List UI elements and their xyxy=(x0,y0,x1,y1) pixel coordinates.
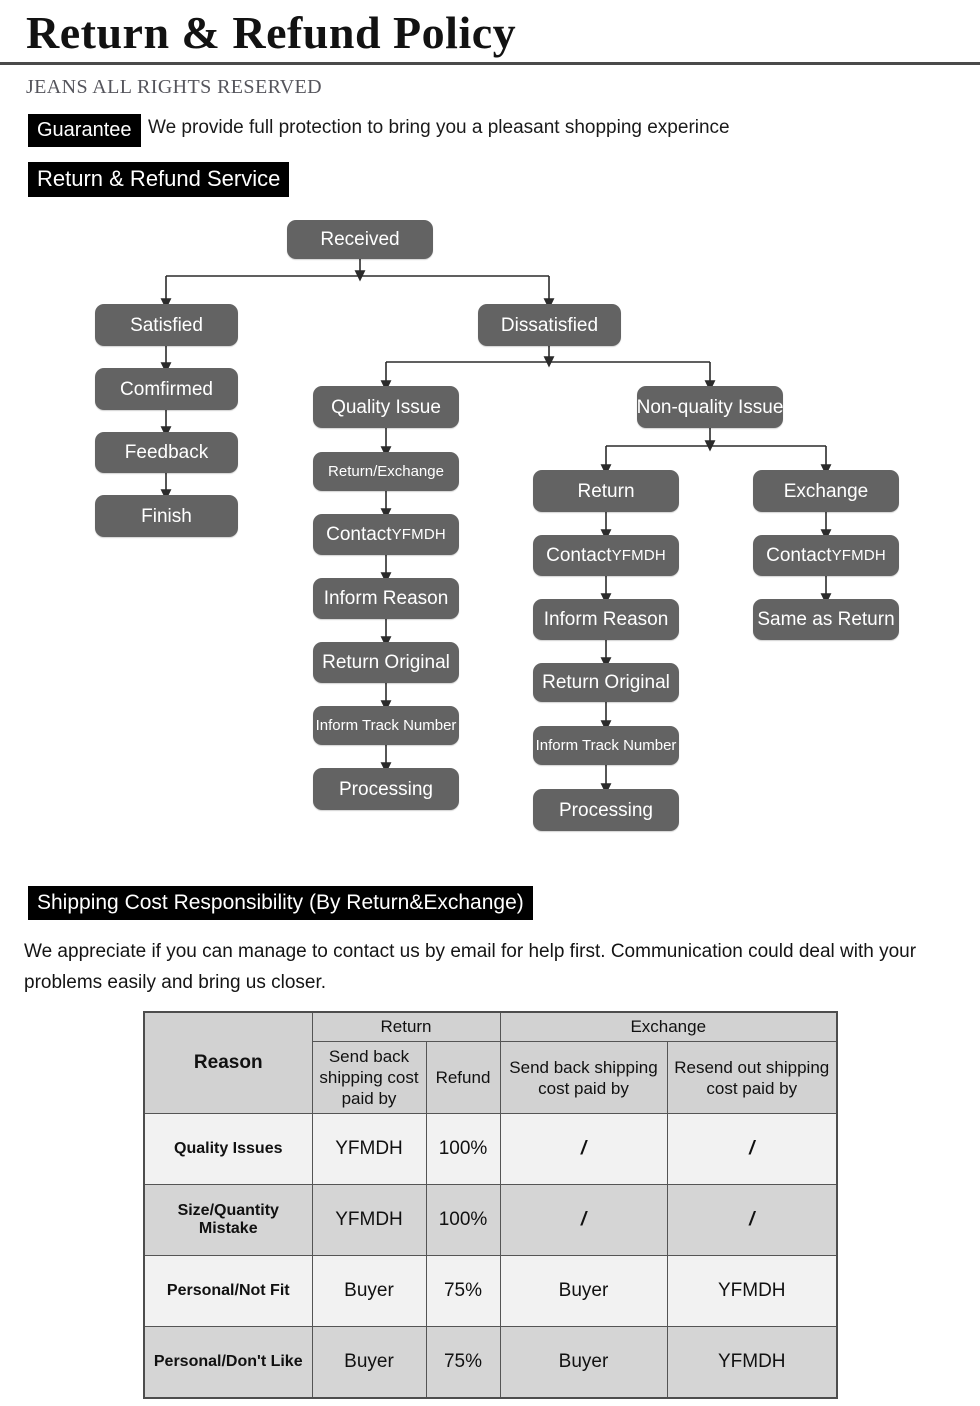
table-header-exchange-resend-out: Resend out shipping cost paid by xyxy=(666,1041,838,1114)
flow-node-inform-reason-quality: Inform Reason xyxy=(313,578,459,619)
guarantee-badge: Guarantee xyxy=(28,114,141,147)
brand-name: YFMDH xyxy=(831,547,886,564)
flow-node-label: Contact xyxy=(326,524,392,545)
cell-exchange-resend-out: / xyxy=(666,1184,838,1256)
flow-node-received: Received xyxy=(287,220,433,259)
flow-node-label: Return Original xyxy=(322,652,450,673)
cell-exchange-send-back: / xyxy=(499,1184,668,1256)
flow-node-label: Return xyxy=(577,480,635,502)
return-refund-service-badge: Return & Refund Service xyxy=(28,162,290,197)
table-header-refund: Refund xyxy=(425,1041,501,1114)
brand-name: YFMDH xyxy=(391,526,446,543)
flow-node-label: Feedback xyxy=(124,442,209,463)
cell-reason: Size/Quantity Mistake xyxy=(143,1184,313,1256)
title-divider xyxy=(0,62,980,65)
cell-exchange-send-back: / xyxy=(499,1113,668,1185)
cell-refund: 100% xyxy=(425,1113,501,1185)
flow-node-label: Comfirmed xyxy=(120,378,213,400)
cell-refund: 75% xyxy=(425,1255,501,1327)
return-refund-flowchart: Received Satisfied Comfirmed Feedback Fi… xyxy=(0,206,980,846)
cell-refund: 75% xyxy=(425,1326,501,1399)
table-header-return-send-back: Send back shipping cost paid by xyxy=(311,1041,427,1114)
shipping-cost-table: Reason Return Exchange Send back shippin… xyxy=(143,1011,838,1399)
flow-node-label: Same as Return xyxy=(757,609,895,630)
cell-return-send-back: YFMDH xyxy=(311,1113,427,1185)
cell-exchange-resend-out: YFMDH xyxy=(666,1255,838,1327)
cell-exchange-send-back: Buyer xyxy=(499,1326,668,1399)
cell-return-send-back: Buyer xyxy=(311,1255,427,1327)
cell-reason: Personal/Don't Like xyxy=(143,1326,313,1399)
table-row: Personal/Don't Like Buyer 75% Buyer YFMD… xyxy=(143,1326,838,1399)
shipping-cost-badge: Shipping Cost Responsibility (By Return&… xyxy=(28,886,533,920)
flow-node-label: Processing xyxy=(339,778,433,800)
cell-reason: Personal/Not Fit xyxy=(143,1255,313,1327)
table-header-exchange-send-back: Send back shipping cost paid by xyxy=(499,1041,668,1114)
flow-node-return-original-return: Return Original xyxy=(533,663,679,702)
flow-node-inform-track-number-quality: Inform Track Number xyxy=(313,706,459,745)
cell-exchange-resend-out: YFMDH xyxy=(666,1326,838,1399)
flow-node-feedback: Feedback xyxy=(95,432,238,473)
flow-node-same-as-return: Same as Return xyxy=(753,599,899,640)
table-row: Personal/Not Fit Buyer 75% Buyer YFMDH xyxy=(143,1255,838,1327)
flow-node-label: Contact xyxy=(766,545,832,566)
flow-node-label: Inform Reason xyxy=(323,588,449,609)
flow-node-processing-return: Processing xyxy=(533,789,679,831)
flow-node-label: Return Original xyxy=(542,672,670,693)
table-header-exchange-group: Exchange xyxy=(499,1011,838,1042)
flow-node-inform-reason-return: Inform Reason xyxy=(533,599,679,640)
cell-exchange-send-back: Buyer xyxy=(499,1255,668,1327)
flow-node-contact-quality: Contact YFMDH xyxy=(313,514,459,555)
page-title: Return & Refund Policy xyxy=(26,7,517,58)
flow-node-label: Exchange xyxy=(783,480,869,502)
table-header-reason: Reason xyxy=(143,1011,313,1114)
flow-node-label: Non-quality Issue xyxy=(637,396,783,418)
flow-node-label: Inform Track Number xyxy=(315,717,457,734)
table-row: Size/Quantity Mistake YFMDH 100% / / xyxy=(143,1184,838,1256)
flow-node-dissatisfied: Dissatisfied xyxy=(478,304,621,346)
guarantee-description: We provide full protection to bring you … xyxy=(148,117,730,138)
flow-node-contact-return: Contact YFMDH xyxy=(533,535,679,576)
table-header-return-group: Return xyxy=(311,1011,501,1042)
flow-node-inform-track-number-return: Inform Track Number xyxy=(533,726,679,765)
flow-node-finish: Finish xyxy=(95,495,238,537)
flow-node-return-original-quality: Return Original xyxy=(313,642,459,683)
shipping-paragraph: We appreciate if you can manage to conta… xyxy=(24,941,917,993)
flow-node-return: Return xyxy=(533,470,679,512)
flow-node-label: Satisfied xyxy=(130,314,203,336)
flow-node-exchange: Exchange xyxy=(753,470,899,512)
cell-exchange-resend-out: / xyxy=(666,1113,838,1185)
flow-node-label: Inform Track Number xyxy=(535,737,677,754)
flow-node-label: Received xyxy=(320,229,400,250)
cell-reason: Quality Issues xyxy=(143,1113,313,1185)
flow-node-processing-quality: Processing xyxy=(313,768,459,810)
cell-return-send-back: YFMDH xyxy=(311,1184,427,1256)
flow-node-non-quality-issue: Non-quality Issue xyxy=(637,386,783,428)
flow-node-return-exchange: Return/Exchange xyxy=(313,452,459,491)
flow-node-contact-exchange: Contact YFMDH xyxy=(753,535,899,576)
rights-reserved-line: JEANS ALL RIGHTS RESERVED xyxy=(26,76,323,98)
table-row: Quality Issues YFMDH 100% / / xyxy=(143,1113,838,1185)
brand-name: YFMDH xyxy=(611,547,666,564)
flow-node-label: Dissatisfied xyxy=(500,314,599,336)
flow-node-label: Return/Exchange xyxy=(328,463,444,480)
flow-node-label: Contact xyxy=(546,545,612,566)
flow-node-comfirmed: Comfirmed xyxy=(95,368,238,410)
flow-node-satisfied: Satisfied xyxy=(95,304,238,346)
flow-node-label: Finish xyxy=(141,505,192,527)
flow-node-quality-issue: Quality Issue xyxy=(313,386,459,428)
cell-refund: 100% xyxy=(425,1184,501,1256)
cell-return-send-back: Buyer xyxy=(311,1326,427,1399)
flow-node-label: Processing xyxy=(559,799,653,821)
flow-node-label: Quality Issue xyxy=(331,396,441,418)
flow-node-label: Inform Reason xyxy=(543,609,669,630)
table-group-header-row: Reason Return Exchange xyxy=(143,1011,838,1114)
